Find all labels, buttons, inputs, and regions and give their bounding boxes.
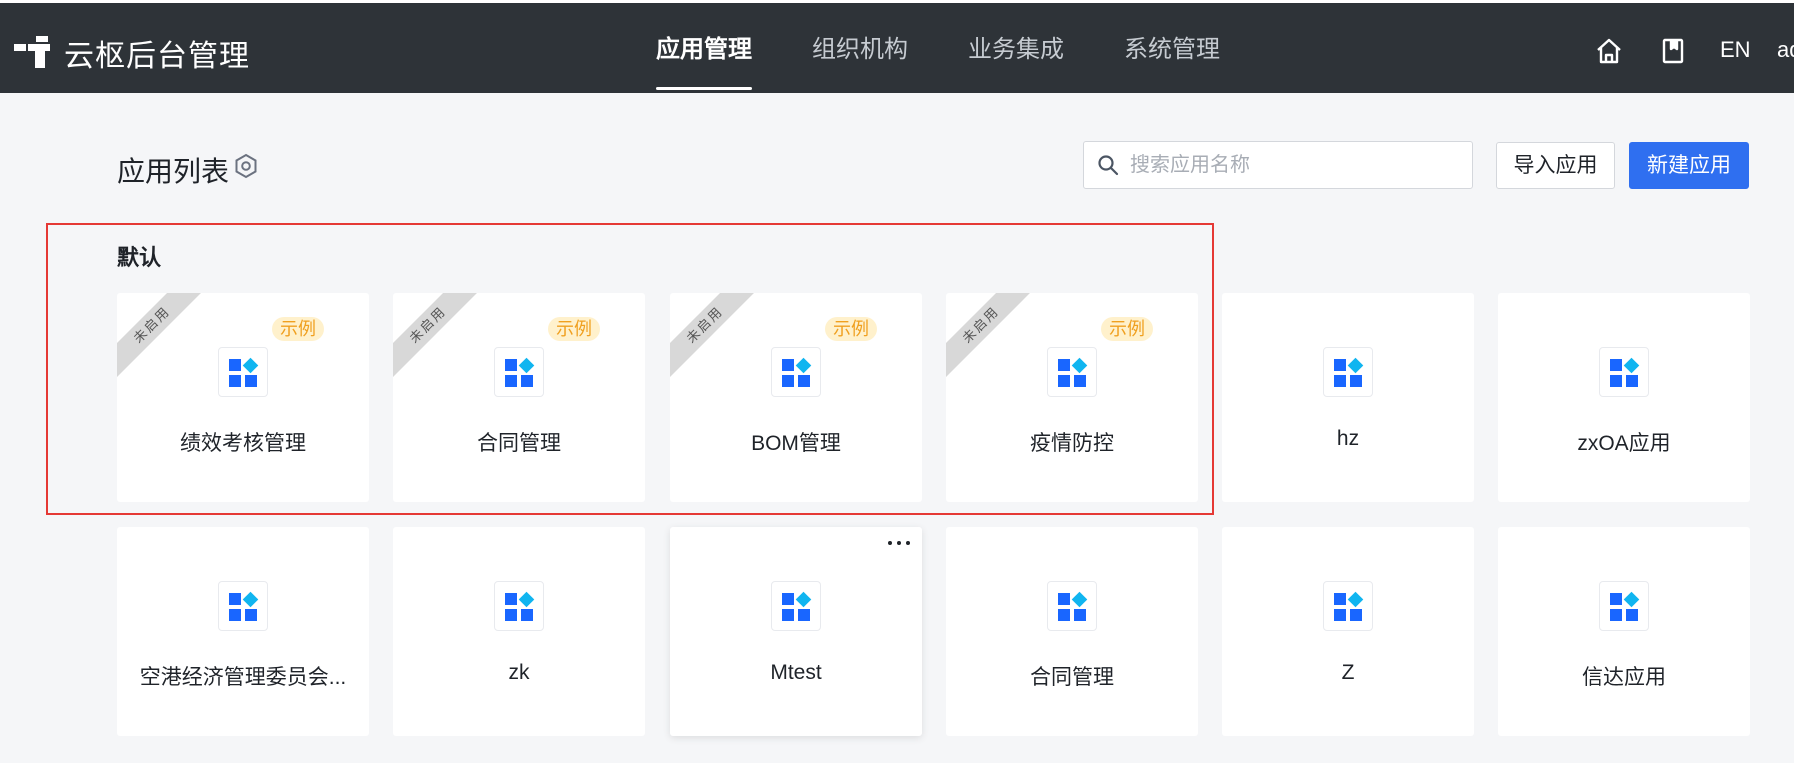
more-icon[interactable] [888, 541, 910, 547]
app-grid-icon [1323, 347, 1373, 397]
app-name: 信达应用 [1582, 666, 1666, 689]
app-name: 合同管理 [477, 432, 561, 455]
app-name: 疫情防控 [1030, 432, 1114, 455]
nav-tab-organization[interactable]: 组织机构 [812, 3, 908, 96]
app-grid-icon [494, 581, 544, 631]
new-app-button[interactable]: 新建应用 [1629, 142, 1749, 189]
top-navigation-bar: 云枢后台管理 应用管理 组织机构 业务集成 系统管理 EN admin [0, 0, 1794, 93]
app-grid-icon [1047, 581, 1097, 631]
app-grid-icon [1047, 347, 1097, 397]
app-card[interactable]: zxOA应用 [1498, 293, 1750, 502]
app-name: 空港经济管理委员会... [139, 666, 347, 689]
book-icon[interactable] [1659, 37, 1687, 65]
example-badge: 示例 [825, 317, 877, 341]
app-card[interactable]: zk [393, 527, 645, 736]
app-name: 绩效考核管理 [180, 432, 306, 455]
app-grid-icon [494, 347, 544, 397]
nav-tab-business-integration[interactable]: 业务集成 [968, 3, 1064, 96]
example-badge: 示例 [1101, 317, 1153, 341]
app-name: zk [508, 661, 530, 684]
app-grid-icon [218, 581, 268, 631]
app-name: hz [1336, 427, 1360, 450]
search-input[interactable] [1130, 142, 1460, 188]
app-grid-icon [1323, 581, 1373, 631]
app-card[interactable]: 未启用 示例 绩效考核管理 [117, 293, 369, 502]
search-icon [1098, 155, 1119, 176]
app-grid-icon [1599, 581, 1649, 631]
app-card[interactable]: 未启用 示例 BOM管理 [670, 293, 922, 502]
home-icon[interactable] [1595, 37, 1623, 65]
app-grid-icon [771, 347, 821, 397]
status-ribbon-disabled: 未启用 [946, 293, 1036, 380]
app-name: BOM管理 [751, 432, 841, 455]
app-card[interactable]: 信达应用 [1498, 527, 1750, 736]
example-badge: 示例 [548, 317, 600, 341]
status-ribbon-disabled: 未启用 [393, 293, 483, 380]
app-name: 合同管理 [1030, 666, 1114, 689]
app-card[interactable]: Z [1222, 527, 1474, 736]
app-card[interactable]: 未启用 示例 合同管理 [393, 293, 645, 502]
app-card[interactable]: hz [1222, 293, 1474, 502]
app-card[interactable]: 空港经济管理委员会... [117, 527, 369, 736]
logo-mark [14, 36, 50, 68]
main-nav: 应用管理 组织机构 业务集成 系统管理 [656, 3, 1280, 96]
import-app-button[interactable]: 导入应用 [1496, 142, 1615, 189]
app-card[interactable]: 未启用 示例 疫情防控 [946, 293, 1198, 502]
status-ribbon-disabled: 未启用 [670, 293, 760, 380]
page-title: 应用列表 [117, 156, 230, 187]
app-grid-icon [771, 581, 821, 631]
search-box [1083, 141, 1473, 189]
app-grid-icon [1599, 347, 1649, 397]
status-ribbon-disabled: 未启用 [117, 293, 207, 380]
app-name: Mtest [770, 661, 822, 684]
app-grid-icon [218, 347, 268, 397]
user-menu[interactable]: admin [1777, 37, 1794, 63]
app-name: Z [1341, 661, 1355, 684]
nav-tab-system-management[interactable]: 系统管理 [1124, 3, 1220, 96]
group-label-default: 默认 [117, 245, 162, 270]
brand-title: 云枢后台管理 [64, 40, 250, 73]
app-card[interactable]: Mtest [670, 527, 922, 736]
app-name: zxOA应用 [1577, 432, 1671, 455]
hexagon-gear-icon[interactable] [233, 153, 259, 179]
example-badge: 示例 [272, 317, 324, 341]
language-switch[interactable]: EN [1720, 37, 1751, 63]
app-card[interactable]: 合同管理 [946, 527, 1198, 736]
nav-tab-app-management[interactable]: 应用管理 [656, 3, 752, 96]
